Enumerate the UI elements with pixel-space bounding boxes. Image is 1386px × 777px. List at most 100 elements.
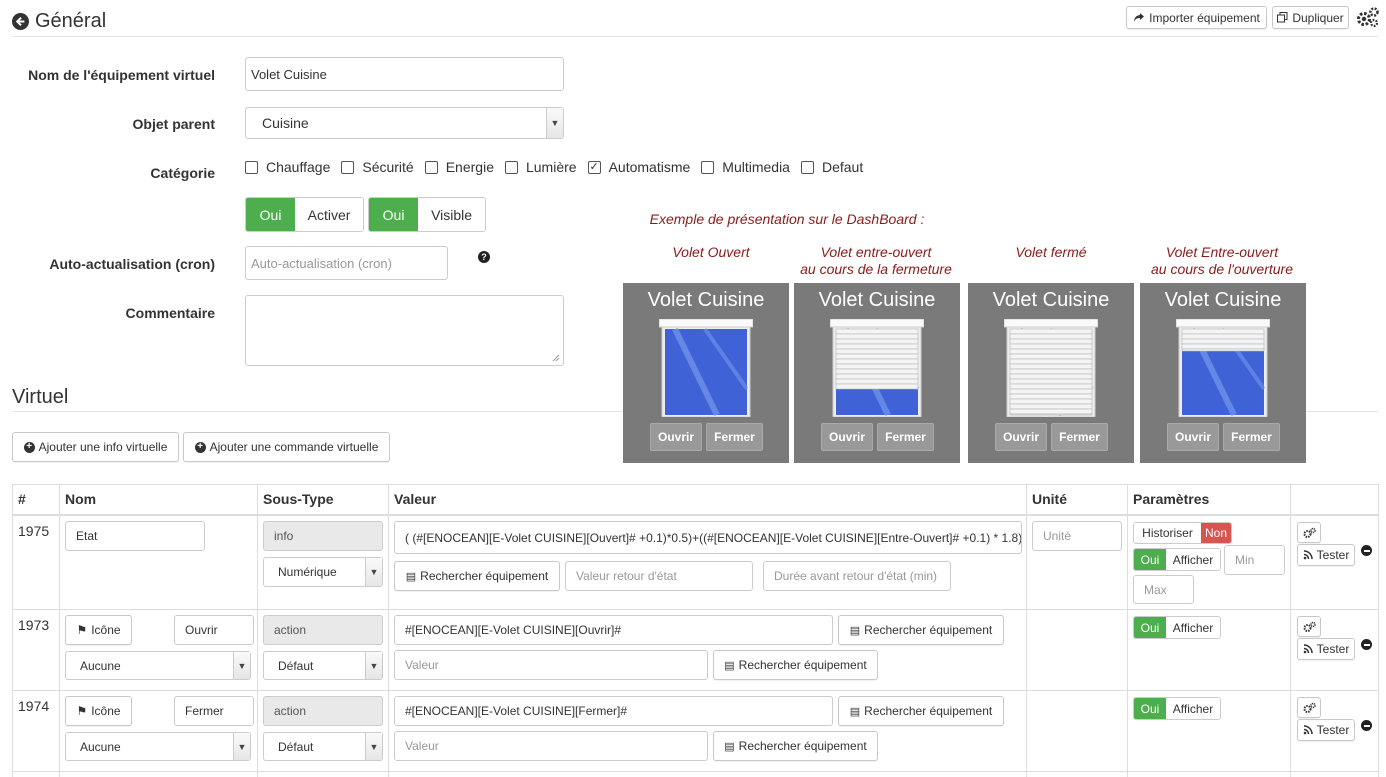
back-arrow-icon[interactable] <box>12 13 29 30</box>
subtype-select[interactable]: Défaut ▼ <box>263 732 383 761</box>
value-input[interactable]: Valeur <box>394 650 708 680</box>
cron-input[interactable]: Auto-actualisation (cron) <box>245 246 448 280</box>
checkbox[interactable] <box>800 160 814 174</box>
remove-command-icon[interactable] <box>1361 545 1372 556</box>
icon-select[interactable]: Aucune ▼ <box>65 732 251 761</box>
icon-select[interactable]: Aucune ▼ <box>65 651 251 680</box>
category-energie[interactable]: Energie <box>424 159 494 175</box>
category-automatisme[interactable]: ✓ Automatisme <box>587 159 690 175</box>
header-subtype: Sous-Type <box>263 491 334 507</box>
icon-picker-button[interactable]: ⚑ Icône <box>65 615 132 645</box>
close-button[interactable]: Fermer <box>706 423 763 451</box>
test-button[interactable]: Tester <box>1297 544 1355 566</box>
test-button[interactable]: Tester <box>1297 638 1355 660</box>
list-icon: ▤ <box>849 624 861 637</box>
show-label[interactable]: Afficher <box>1166 617 1220 638</box>
close-button[interactable]: Fermer <box>1223 423 1280 451</box>
command-name-input[interactable]: Fermer <box>174 696 254 726</box>
command-name-input[interactable]: Ouvrir <box>174 615 254 645</box>
remove-command-icon[interactable] <box>1361 639 1372 650</box>
window-shutter-icon <box>829 318 925 418</box>
category-lumiere[interactable]: Lumière <box>504 159 577 175</box>
header-name: Nom <box>65 491 97 507</box>
resize-handle-icon[interactable] <box>552 354 560 362</box>
advanced-config-button[interactable] <box>1297 697 1321 718</box>
category-multimedia[interactable]: Multimedia <box>701 159 790 175</box>
list-icon: ▤ <box>724 740 735 753</box>
add-virtual-info-button[interactable]: + Ajouter une info virtuelle <box>12 432 179 462</box>
value-formula-input[interactable]: ( (#[ENOCEAN][E-Volet CUISINE][Ouvert]# … <box>394 521 1022 554</box>
activate-label[interactable]: Activer <box>295 198 363 231</box>
window-shutter-icon <box>658 318 754 418</box>
search-equipment-button-2[interactable]: ▤ Rechercher équipement <box>713 650 878 680</box>
checkbox[interactable] <box>424 160 438 174</box>
header-params: Paramètres <box>1133 491 1210 507</box>
show-toggle[interactable]: Oui Afficher <box>1133 697 1221 720</box>
show-on[interactable]: Oui <box>1134 698 1166 719</box>
return-delay-input[interactable]: Durée avant retour d'état (min) <box>763 561 951 591</box>
category-securite[interactable]: Sécurité <box>341 159 414 175</box>
search-equipment-button[interactable]: ▤ Rechercher équipement <box>838 696 1004 726</box>
checkbox[interactable] <box>701 160 715 174</box>
col-sep <box>388 484 389 777</box>
import-equipment-button[interactable]: Importer équipement <box>1126 6 1267 29</box>
advanced-config-button[interactable] <box>1297 616 1321 637</box>
visible-label[interactable]: Visible <box>418 198 485 231</box>
col-sep <box>1290 484 1291 777</box>
open-button[interactable]: Ouvrir <box>1167 423 1219 451</box>
advanced-config-gear-icon[interactable] <box>1356 6 1380 28</box>
historize-toggle[interactable]: Historiser Non <box>1133 522 1232 544</box>
remove-command-icon[interactable] <box>1361 720 1372 731</box>
open-button[interactable]: Ouvrir <box>821 423 873 451</box>
open-button[interactable]: Ouvrir <box>650 423 702 451</box>
historize-label[interactable]: Historiser <box>1134 523 1201 543</box>
activate-toggle[interactable]: Oui Activer <box>245 197 364 232</box>
show-on[interactable]: Oui <box>1134 549 1166 570</box>
search-equipment-button[interactable]: ▤ Rechercher équipement <box>838 615 1004 645</box>
search-equipment-button[interactable]: ▤ Rechercher équipement <box>394 561 560 591</box>
category-defaut[interactable]: Defaut <box>800 159 863 175</box>
icon-picker-button[interactable]: ⚑ Icône <box>65 696 132 726</box>
unit-input[interactable]: Unité <box>1032 521 1122 551</box>
equipment-name-input[interactable]: Volet Cuisine <box>245 57 564 91</box>
help-icon[interactable]: ? <box>478 251 490 263</box>
activate-on[interactable]: Oui <box>246 198 296 231</box>
category-chauffage[interactable]: Chauffage <box>245 159 330 175</box>
widget-3-caption: Volet fermé <box>1015 244 1087 260</box>
advanced-config-button[interactable] <box>1297 522 1321 543</box>
show-label[interactable]: Afficher <box>1166 698 1220 719</box>
command-name-input[interactable]: Etat <box>65 521 205 551</box>
add-virtual-command-button[interactable]: + Ajouter une commande virtuelle <box>183 432 390 462</box>
close-button[interactable]: Fermer <box>1051 423 1108 451</box>
comment-textarea[interactable] <box>245 295 564 366</box>
visible-toggle[interactable]: Oui Visible <box>368 197 486 232</box>
checkbox[interactable] <box>245 160 258 174</box>
show-label[interactable]: Afficher <box>1166 549 1220 570</box>
value-command-input[interactable]: #[ENOCEAN][E-Volet CUISINE][Fermer]# <box>394 696 833 726</box>
checkbox-checked[interactable]: ✓ <box>587 160 601 174</box>
subtype-select[interactable]: Numérique ▼ <box>263 557 383 587</box>
parent-object-select[interactable]: Cuisine ▼ <box>245 107 564 139</box>
return-value-input[interactable]: Valeur retour d'état <box>565 561 753 591</box>
window-shutter-icon <box>1003 318 1099 418</box>
subtype-select[interactable]: Défaut ▼ <box>263 651 383 680</box>
show-toggle[interactable]: Oui Afficher <box>1133 616 1221 639</box>
close-button[interactable]: Fermer <box>877 423 934 451</box>
checkbox[interactable] <box>341 160 355 174</box>
row-id: 1974 <box>18 698 50 714</box>
historize-value[interactable]: Non <box>1201 523 1231 543</box>
search-equipment-button-2[interactable]: ▤ Rechercher équipement <box>713 731 878 761</box>
show-on[interactable]: Oui <box>1134 617 1166 638</box>
list-icon: ▤ <box>405 570 417 583</box>
open-button[interactable]: Ouvrir <box>995 423 1047 451</box>
max-input[interactable]: Max <box>1133 575 1194 604</box>
value-input[interactable]: Valeur <box>394 731 708 761</box>
duplicate-button[interactable]: Dupliquer <box>1272 6 1349 29</box>
show-toggle[interactable]: Oui Afficher <box>1133 548 1221 571</box>
checkbox[interactable] <box>504 160 518 174</box>
test-button[interactable]: Tester <box>1297 719 1355 741</box>
value-command-input[interactable]: #[ENOCEAN][E-Volet CUISINE][Ouvrir]# <box>394 615 833 645</box>
gears-icon <box>1303 702 1316 713</box>
visible-on[interactable]: Oui <box>369 198 419 231</box>
min-input[interactable]: Min <box>1224 545 1285 575</box>
